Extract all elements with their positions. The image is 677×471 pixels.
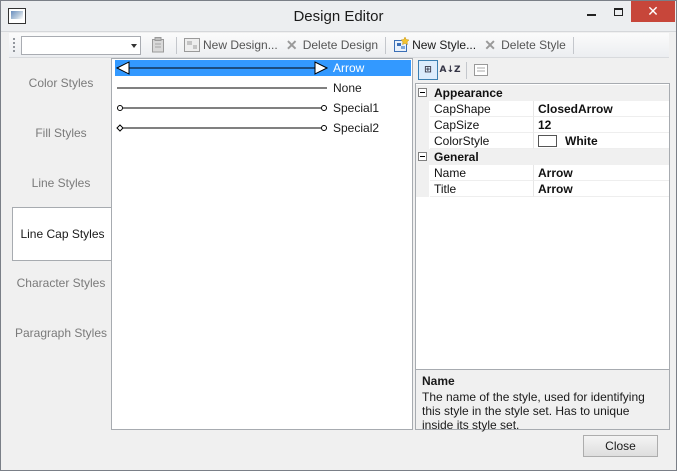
close-icon: ✕ bbox=[647, 3, 659, 20]
design-properties-button[interactable] bbox=[147, 35, 172, 56]
property-row-capsize[interactable]: CapSize 12 bbox=[416, 117, 669, 133]
property-value[interactable]: Arrow bbox=[534, 165, 669, 181]
window-title: Design Editor bbox=[293, 8, 384, 25]
none-cap-preview bbox=[117, 87, 327, 89]
diamond-circle-cap-preview bbox=[116, 124, 327, 132]
tab-color-styles[interactable]: Color Styles bbox=[11, 59, 111, 107]
property-value-color[interactable]: White bbox=[534, 133, 669, 149]
property-name: Name bbox=[430, 165, 534, 181]
toolbar-separator bbox=[385, 36, 387, 54]
property-grid: ⊞ A↓Z Appearance CapShape ClosedArrow Ca… bbox=[415, 58, 670, 432]
collapse-icon[interactable] bbox=[418, 88, 427, 97]
property-value[interactable]: ClosedArrow bbox=[534, 101, 669, 117]
maximize-icon bbox=[614, 7, 623, 16]
tab-label: Fill Styles bbox=[35, 126, 87, 140]
category-label: General bbox=[434, 150, 479, 164]
delete-style-label: Delete Style bbox=[501, 38, 566, 52]
property-row-title[interactable]: Title Arrow bbox=[416, 181, 669, 197]
alphabetical-icon: A↓Z bbox=[439, 65, 461, 75]
categorized-sort-button[interactable]: ⊞ bbox=[418, 60, 438, 80]
property-pages-icon bbox=[474, 64, 488, 76]
tab-fill-styles[interactable]: Fill Styles bbox=[11, 109, 111, 157]
categorized-icon: ⊞ bbox=[424, 65, 432, 75]
clipboard-icon bbox=[150, 37, 166, 53]
delete-design-button[interactable]: ✕ Delete Design bbox=[281, 35, 381, 56]
main-toolbar: New Design... ✕ Delete Design New Style.… bbox=[9, 33, 669, 58]
list-item-special2[interactable]: Special2 bbox=[115, 120, 411, 136]
line-cap-style-list[interactable]: Arrow None Special1 Special2 bbox=[111, 58, 413, 430]
circle-cap-preview bbox=[117, 105, 327, 111]
toolbar-separator bbox=[572, 36, 574, 54]
design-editor-window: Design Editor ✕ New Design... ✕ Delete D… bbox=[0, 0, 677, 471]
delete-style-button[interactable]: ✕ Delete Style bbox=[479, 35, 569, 56]
style-label: Special2 bbox=[333, 121, 380, 135]
close-button[interactable]: Close bbox=[583, 435, 658, 457]
list-item-arrow[interactable]: Arrow bbox=[115, 60, 411, 76]
new-design-button[interactable]: New Design... bbox=[181, 35, 281, 56]
list-item-special1[interactable]: Special1 bbox=[115, 100, 411, 116]
toolbar-separator bbox=[176, 36, 177, 54]
alphabetical-sort-button[interactable]: A↓Z bbox=[439, 60, 461, 80]
property-value[interactable]: 12 bbox=[534, 117, 669, 133]
collapse-icon[interactable] bbox=[418, 152, 427, 161]
minimize-icon bbox=[587, 13, 596, 16]
category-label: Appearance bbox=[434, 86, 503, 100]
property-name: Title bbox=[430, 181, 534, 197]
new-style-icon bbox=[393, 37, 410, 53]
color-swatch bbox=[538, 135, 557, 147]
list-item-none[interactable]: None bbox=[115, 80, 411, 96]
toolbar-separator bbox=[466, 61, 467, 79]
new-design-icon bbox=[184, 37, 200, 53]
maximize-button[interactable] bbox=[605, 1, 632, 22]
new-style-label: New Style... bbox=[412, 38, 477, 52]
style-label: Special1 bbox=[333, 101, 380, 115]
category-general[interactable]: General bbox=[416, 149, 669, 165]
property-row-colorstyle[interactable]: ColorStyle White bbox=[416, 133, 669, 149]
property-name: CapShape bbox=[430, 101, 534, 117]
color-style-value: White bbox=[565, 134, 598, 148]
close-window-button[interactable]: ✕ bbox=[631, 1, 675, 22]
delete-icon: ✕ bbox=[285, 36, 298, 53]
delete-design-label: Delete Design bbox=[302, 38, 379, 52]
property-row-capshape[interactable]: CapShape ClosedArrow bbox=[416, 101, 669, 117]
tab-label: Paragraph Styles bbox=[14, 326, 108, 340]
style-label: Arrow bbox=[333, 61, 365, 75]
toolbar-grip[interactable] bbox=[12, 36, 16, 54]
tab-line-cap-styles[interactable]: Line Cap Styles bbox=[12, 207, 112, 261]
delete-icon: ✕ bbox=[484, 36, 496, 53]
category-appearance[interactable]: Appearance bbox=[416, 85, 669, 101]
close-button-label: Close bbox=[605, 439, 636, 453]
tab-label: Color Styles bbox=[28, 76, 94, 90]
help-title: Name bbox=[422, 374, 455, 388]
arrow-cap-preview bbox=[115, 61, 329, 75]
property-value[interactable]: Arrow bbox=[534, 181, 669, 197]
style-category-tabs: Color Styles Fill Styles Line Styles Lin… bbox=[11, 59, 112, 429]
property-help-panel: Name The name of the style, used for ide… bbox=[415, 369, 670, 432]
tab-line-styles[interactable]: Line Styles bbox=[11, 159, 111, 207]
tab-character-styles[interactable]: Character Styles bbox=[11, 259, 111, 307]
tab-label: Line Styles bbox=[31, 176, 91, 190]
tab-label: Line Cap Styles bbox=[20, 227, 105, 241]
new-design-label: New Design... bbox=[203, 38, 278, 52]
property-pages-button[interactable] bbox=[471, 60, 491, 80]
tab-paragraph-styles[interactable]: Paragraph Styles bbox=[11, 309, 111, 357]
chevron-down-icon bbox=[131, 43, 137, 48]
new-style-button[interactable]: New Style... bbox=[390, 35, 479, 56]
property-row-name[interactable]: Name Arrow bbox=[416, 165, 669, 181]
tab-label: Character Styles bbox=[16, 276, 106, 290]
style-label: None bbox=[333, 81, 362, 95]
design-select[interactable] bbox=[21, 35, 141, 55]
title-bar: Design Editor ✕ bbox=[1, 1, 676, 32]
property-grid-toolbar: ⊞ A↓Z bbox=[415, 58, 670, 82]
minimize-button[interactable] bbox=[578, 1, 605, 22]
help-text: The name of the style, used for identify… bbox=[422, 390, 645, 432]
property-name: ColorStyle bbox=[430, 133, 534, 149]
property-name: CapSize bbox=[430, 117, 534, 133]
